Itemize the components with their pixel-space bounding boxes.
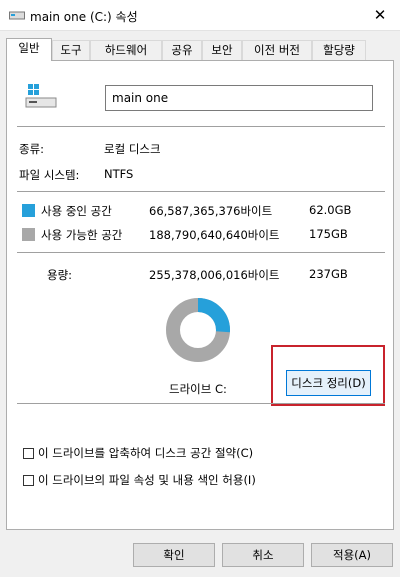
close-button[interactable]: ✕ [360, 0, 400, 30]
compress-checkbox[interactable] [23, 447, 34, 459]
type-label: 종류: [19, 142, 45, 156]
index-option[interactable]: 이 드라이브의 파일 속성 및 내용 색인 허용(I) [23, 472, 256, 488]
disk-cleanup-button[interactable]: 디스크 정리(D) [286, 370, 371, 396]
used-space-bytes: 66,587,365,376바이트 [149, 204, 273, 218]
ok-button[interactable]: 확인 [133, 543, 215, 567]
cancel-button[interactable]: 취소 [222, 543, 304, 567]
separator [17, 191, 385, 192]
tab-previous-versions[interactable]: 이전 버전 [242, 40, 312, 60]
disk-usage-donut [166, 298, 230, 362]
capacity-size: 237GB [309, 267, 348, 281]
tab-security[interactable]: 보안 [202, 40, 242, 60]
free-space-label: 사용 가능한 공간 [41, 228, 123, 242]
capacity-label: 용량: [47, 268, 73, 282]
tab-general[interactable]: 일반 [6, 38, 52, 61]
index-label: 이 드라이브의 파일 속성 및 내용 색인 허용(I) [38, 473, 256, 487]
separator [17, 252, 385, 253]
title-bar: main one (C:) 속성 ✕ [0, 0, 400, 31]
capacity-bytes: 255,378,006,016바이트 [149, 268, 280, 282]
drive-icon [9, 11, 25, 20]
free-space-swatch [22, 228, 35, 241]
tab-bar: 일반 도구 하드웨어 공유 보안 이전 버전 할당량 [6, 38, 396, 61]
apply-button[interactable]: 적용(A) [311, 543, 393, 567]
close-icon: ✕ [373, 6, 387, 24]
separator [17, 126, 385, 127]
filesystem-value: NTFS [104, 167, 134, 181]
used-space-label: 사용 중인 공간 [41, 204, 112, 218]
tab-tools[interactable]: 도구 [52, 40, 90, 60]
drive-letter-label: 드라이브 C: [169, 382, 227, 396]
window-title: main one (C:) 속성 [30, 10, 138, 24]
free-space-size: 175GB [309, 227, 348, 241]
drive-icon [25, 84, 57, 108]
used-space-swatch [22, 204, 35, 217]
compress-option[interactable]: 이 드라이브를 압축하여 디스크 공간 절약(C) [23, 445, 253, 461]
type-value: 로컬 디스크 [104, 142, 161, 156]
tab-quota[interactable]: 할당량 [312, 40, 366, 60]
index-checkbox[interactable] [23, 474, 34, 486]
free-space-bytes: 188,790,640,640바이트 [149, 228, 280, 242]
tab-sharing[interactable]: 공유 [162, 40, 202, 60]
filesystem-label: 파일 시스템: [19, 168, 80, 182]
general-panel: main one 종류: 로컬 디스크 파일 시스템: NTFS 사용 중인 공… [6, 60, 394, 530]
used-space-size: 62.0GB [309, 203, 352, 217]
separator [17, 403, 385, 404]
drive-name-input[interactable]: main one [105, 85, 373, 111]
compress-label: 이 드라이브를 압축하여 디스크 공간 절약(C) [38, 446, 254, 460]
tab-hardware[interactable]: 하드웨어 [90, 40, 162, 60]
